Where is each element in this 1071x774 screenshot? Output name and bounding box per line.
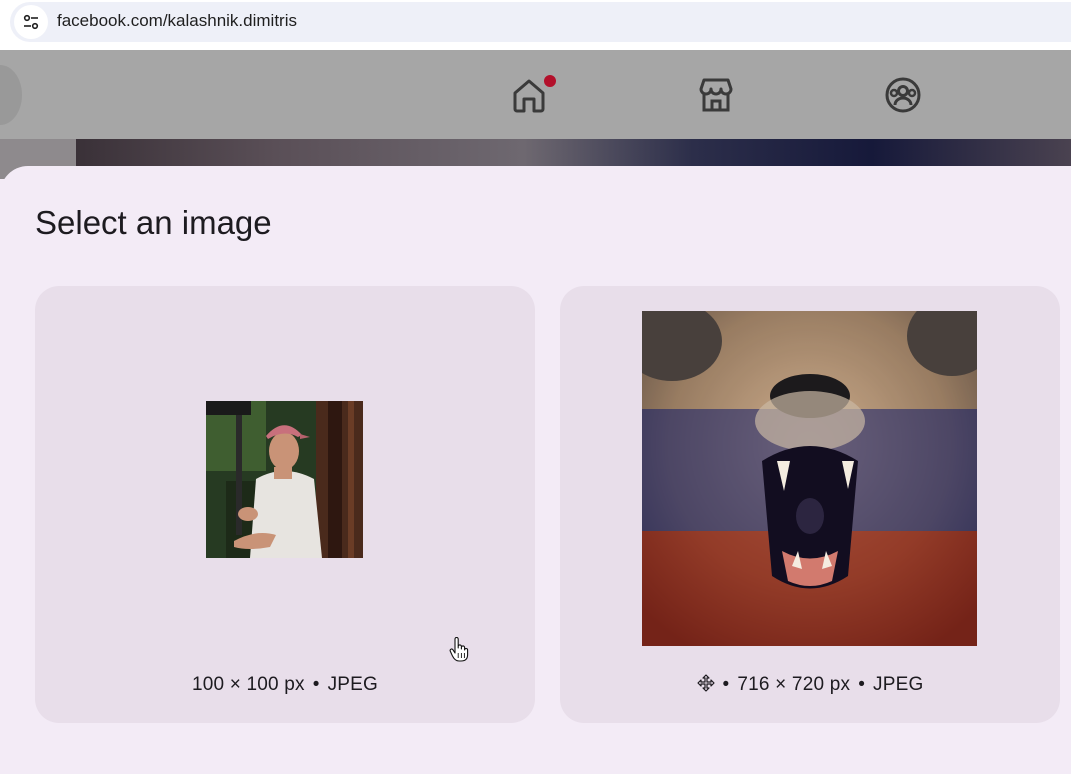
groups-icon[interactable] (883, 75, 923, 115)
page: facebook.com/kalashnik.dimitris Select a… (0, 0, 1071, 774)
site-info-button[interactable] (14, 5, 48, 39)
image-option-card[interactable]: • 716 × 720 px • JPEG (560, 286, 1060, 723)
image-info: 100 × 100 px • JPEG (35, 674, 535, 696)
image-thumbnail-small (206, 401, 363, 558)
browser-address-bar: facebook.com/kalashnik.dimitris (0, 0, 1071, 50)
tune-icon (23, 14, 39, 30)
notification-dot (543, 74, 557, 88)
image-format: JPEG (327, 674, 379, 695)
facebook-top-nav (0, 50, 1071, 139)
separator: • (858, 674, 866, 695)
back-button[interactable] (0, 65, 22, 125)
hand-cursor-icon (449, 637, 469, 662)
image-dimensions: 100 × 100 px (191, 674, 305, 695)
url-text[interactable]: facebook.com/kalashnik.dimitris (57, 11, 297, 31)
marketplace-icon[interactable] (696, 75, 736, 115)
image-format: JPEG (873, 674, 924, 695)
sheet-title: Select an image (35, 204, 272, 241)
image-picker-sheet: Select an image 100 × 100 px • JPEG • 71… (0, 166, 1071, 774)
image-thumbnail-large (642, 311, 977, 646)
image-dimensions: 716 × 720 px (737, 674, 851, 695)
separator: • (722, 674, 730, 695)
image-info: • 716 × 720 px • JPEG (560, 674, 1060, 696)
separator: • (312, 674, 320, 695)
move-icon[interactable] (696, 674, 715, 692)
